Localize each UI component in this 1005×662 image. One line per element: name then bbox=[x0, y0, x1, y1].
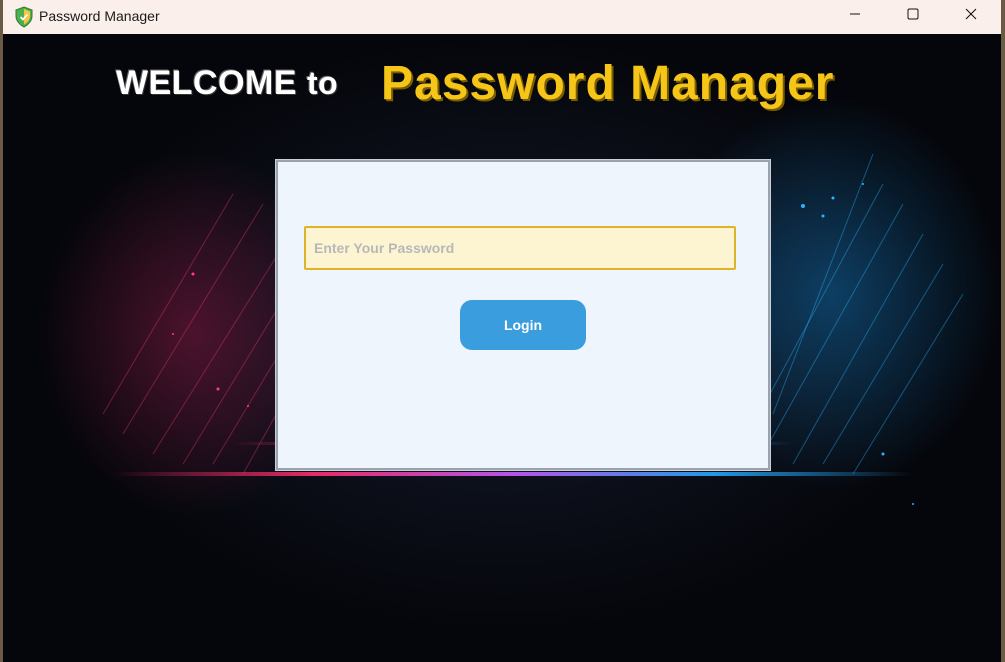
maximize-button[interactable] bbox=[884, 0, 942, 32]
close-button[interactable] bbox=[942, 0, 1000, 32]
minimize-icon bbox=[849, 7, 861, 25]
welcome-word: WELCOME bbox=[116, 64, 298, 102]
welcome-to: to bbox=[307, 65, 339, 101]
login-panel: Login bbox=[276, 160, 770, 470]
main-content: WELCOME to Password Manager Login bbox=[3, 34, 1001, 662]
brand-title: Password Manager bbox=[381, 57, 835, 110]
close-icon bbox=[965, 7, 977, 25]
window-title: Password Manager bbox=[39, 8, 160, 24]
maximize-icon bbox=[907, 7, 919, 25]
shield-icon bbox=[13, 6, 35, 28]
title-bar[interactable]: Password Manager bbox=[3, 0, 1001, 34]
password-input[interactable] bbox=[304, 226, 736, 270]
app-window: Password Manager WELCOME to Password Man… bbox=[3, 0, 1001, 662]
login-button[interactable]: Login bbox=[460, 300, 586, 350]
welcome-heading: WELCOME to bbox=[116, 64, 338, 103]
minimize-button[interactable] bbox=[826, 0, 884, 32]
